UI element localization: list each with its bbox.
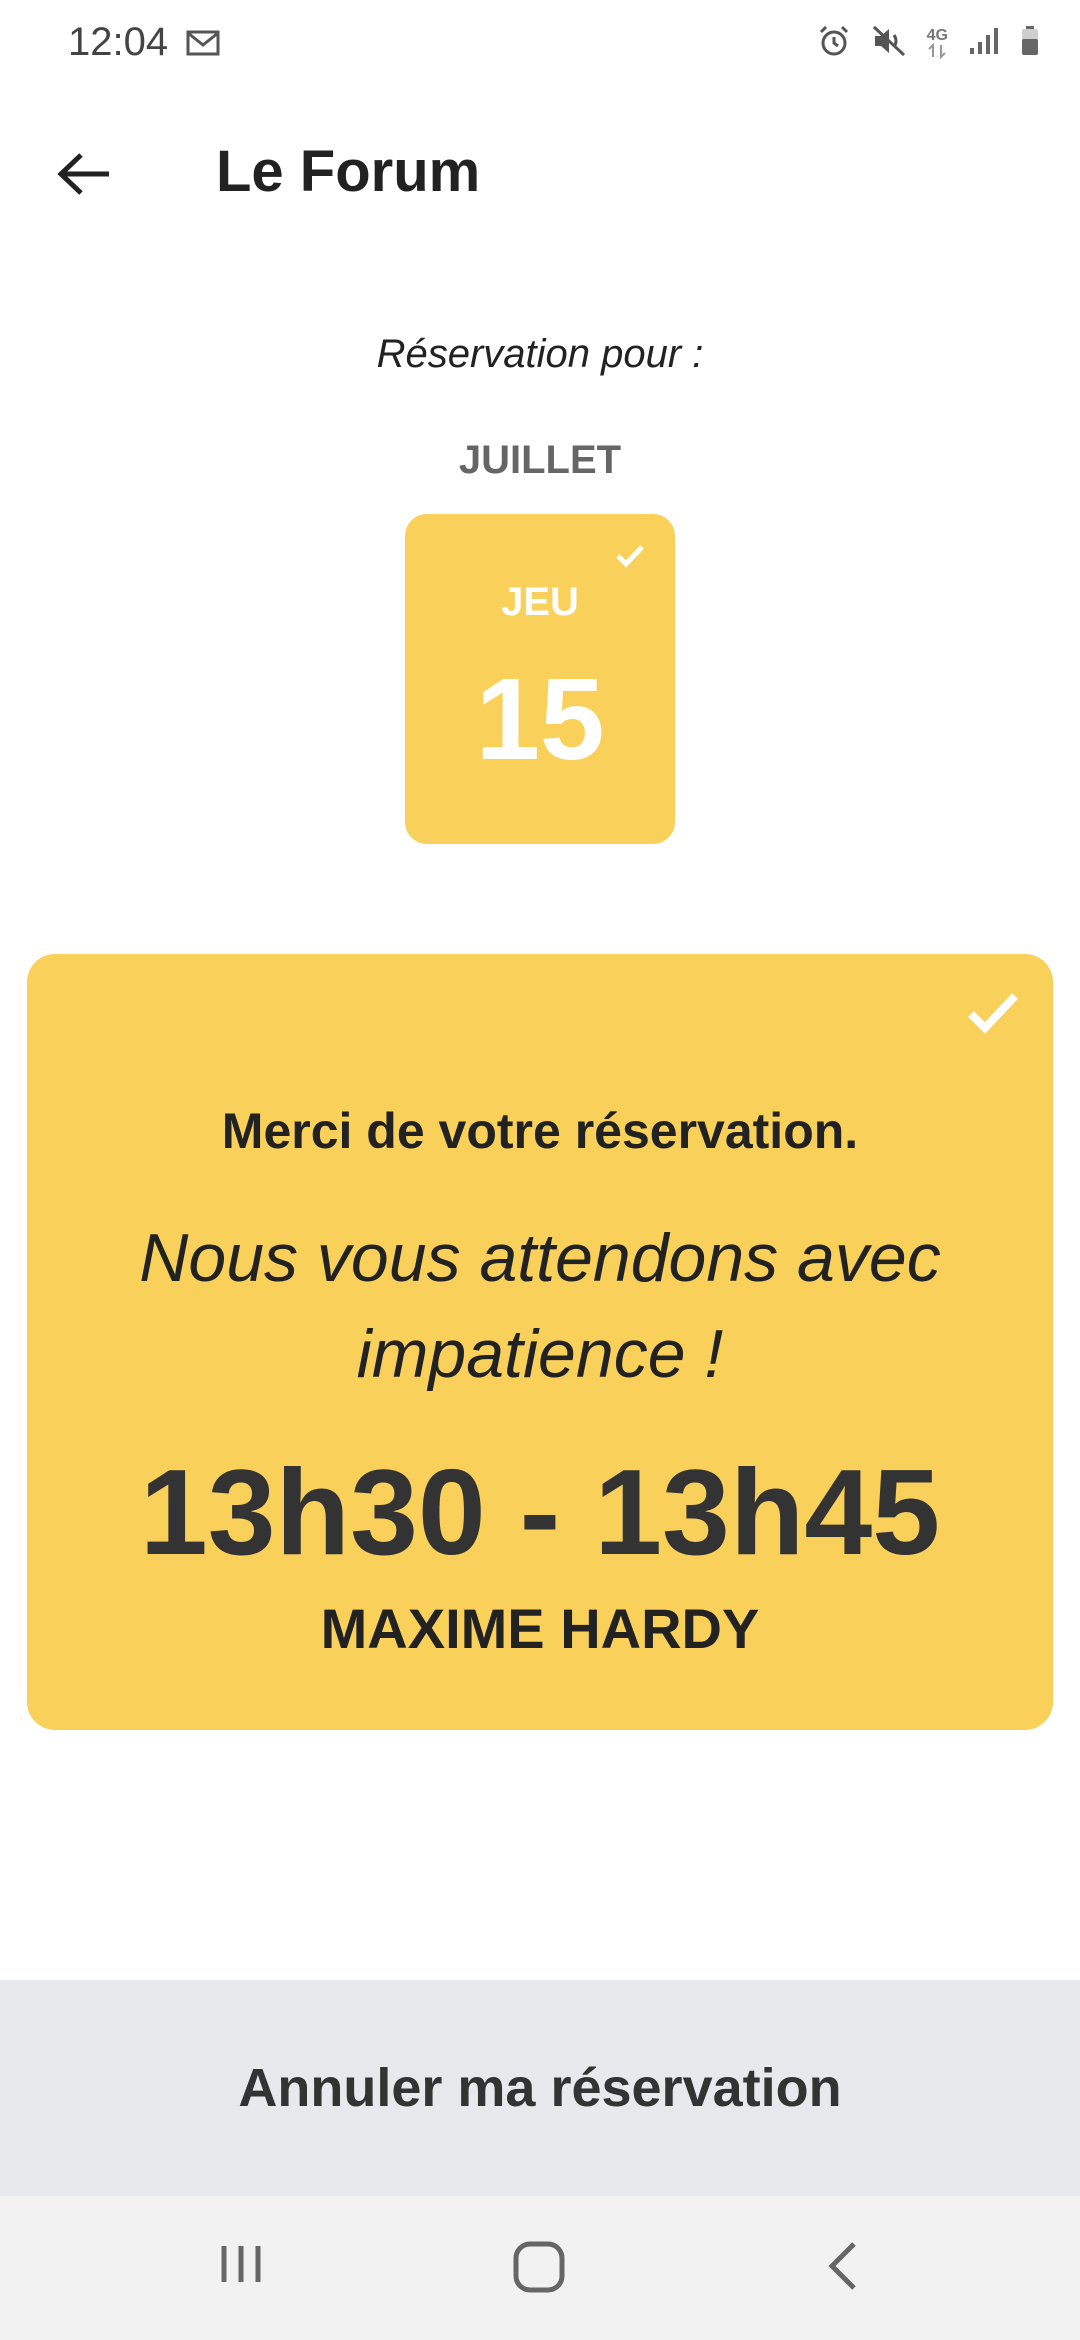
confirmation-message: Nous vous attendons avec impatience ! <box>139 1220 941 1392</box>
selected-date-card[interactable]: JEU 15 <box>405 514 675 844</box>
page-title: Le Forum <box>216 139 481 204</box>
nav-back-icon[interactable] <box>826 2240 860 2297</box>
check-icon <box>967 992 1019 1039</box>
status-time: 12:04 <box>68 20 169 64</box>
month-label: JUILLET <box>458 438 622 482</box>
cancel-reservation-button[interactable]: Annuler ma réservation <box>0 1980 1080 2196</box>
cancel-reservation-label: Annuler ma réservation <box>238 2058 842 2118</box>
thanks-heading: Merci de votre réservation. <box>221 1103 859 1159</box>
signal-icon <box>968 26 1000 61</box>
recent-apps-icon[interactable] <box>218 2242 264 2291</box>
confirmation-card: Merci de votre réservation. Nous vous at… <box>27 954 1053 1730</box>
mute-icon <box>871 24 907 63</box>
mail-icon <box>186 30 220 61</box>
network-4g-icon: 4G <box>926 26 948 59</box>
back-button[interactable] <box>40 130 128 218</box>
status-bar: 12:04 4G <box>0 0 1080 86</box>
alarm-icon <box>817 24 851 63</box>
date-day-number: 15 <box>475 654 605 784</box>
arrow-left-icon <box>57 153 109 195</box>
reservation-label: Réservation pour : <box>376 332 704 376</box>
date-day-abbrev: JEU <box>501 580 579 624</box>
app-bar: Le Forum <box>0 100 1080 250</box>
system-nav-bar <box>0 2196 1080 2340</box>
network-label: 4G <box>926 26 948 44</box>
home-icon[interactable] <box>512 2240 566 2299</box>
guest-name: MAXIME HARDY <box>320 1597 760 1660</box>
battery-icon <box>1020 25 1040 62</box>
check-icon <box>615 544 645 573</box>
time-slot: 13h30 - 13h45 <box>139 1444 941 1580</box>
